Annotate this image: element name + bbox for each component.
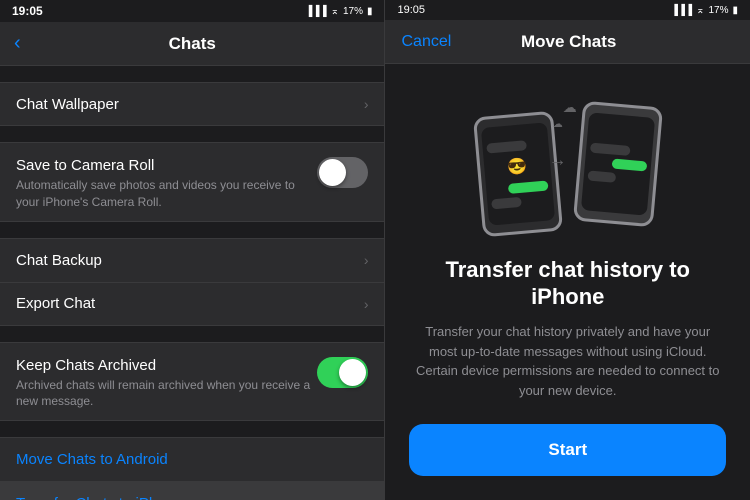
settings-content: Chat Wallpaper › Save to Camera Roll Aut…: [0, 66, 384, 500]
phone-right: [573, 101, 663, 228]
chat-bubble-received-1: [486, 140, 527, 153]
signal-icon: ▐▐▐: [305, 6, 326, 17]
transfer-chats-iphone-label: Transfer Chats to iPhone: [16, 495, 182, 500]
phone-right-screen: [581, 112, 655, 215]
transfer-arrow-icon: →: [549, 150, 567, 171]
cloud-icon-1: ☁: [563, 99, 577, 116]
export-chat-label: Export Chat: [16, 295, 364, 312]
start-button[interactable]: Start: [409, 424, 726, 476]
move-chats-title: Move Chats: [521, 32, 616, 52]
chevron-right-icon: ›: [364, 296, 369, 312]
signal-icon-right: ▐▐▐: [671, 5, 692, 16]
chat-backup-label: Chat Backup: [16, 252, 364, 269]
keep-archived-label: Keep Chats Archived: [16, 357, 317, 374]
chat-backup-row[interactable]: Chat Backup ›: [0, 238, 384, 282]
left-status-icons: ▐▐▐ ⌅ 17% ▮: [305, 6, 372, 17]
transfer-chats-iphone-row[interactable]: Transfer Chats to iPhone: [0, 481, 384, 500]
save-camera-roll-toggle[interactable]: [317, 157, 368, 188]
right-status-icons: ▐▐▐ ⌅ 17% ▮: [671, 5, 738, 16]
page-title: Chats: [169, 34, 216, 54]
battery-icon-right: ▮: [732, 5, 738, 16]
left-time: 19:05: [12, 4, 43, 18]
save-camera-roll-row[interactable]: Save to Camera Roll Automatically save p…: [0, 142, 384, 222]
phones-illustration: 😎 → ☁ ☁: [468, 94, 668, 241]
right-main-content: 😎 → ☁ ☁ Transfer chat history to iPhone: [385, 64, 750, 500]
chat-bubble-sent-r1: [611, 158, 647, 171]
section-keep-archived: Keep Chats Archived Archived chats will …: [0, 342, 384, 422]
right-nav-header: Cancel Move Chats: [385, 20, 750, 64]
battery-pct-right: 17%: [708, 5, 728, 16]
right-status-bar: 19:05 ▐▐▐ ⌅ 17% ▮: [385, 0, 750, 20]
battery-icon-left: ▮: [367, 6, 373, 17]
toggle-knob: [319, 159, 346, 186]
cloud-icon-2: ☁: [553, 119, 563, 130]
section-wallpaper: Chat Wallpaper ›: [0, 82, 384, 126]
chat-wallpaper-label: Chat Wallpaper: [16, 96, 364, 113]
section-backup-export: Chat Backup › Export Chat ›: [0, 238, 384, 326]
keep-archived-desc: Archived chats will remain archived when…: [16, 377, 317, 411]
save-camera-roll-label: Save to Camera Roll: [16, 157, 317, 174]
wifi-icon: ⌅: [331, 6, 339, 17]
section-move-transfer: Move Chats to Android Transfer Chats to …: [0, 437, 384, 500]
chat-wallpaper-row[interactable]: Chat Wallpaper ›: [0, 82, 384, 126]
phone-left-screen: 😎: [481, 122, 555, 225]
move-chats-android-label: Move Chats to Android: [16, 451, 168, 468]
right-panel: 19:05 ▐▐▐ ⌅ 17% ▮ Cancel Move Chats 😎: [385, 0, 750, 500]
chevron-left-icon: ‹: [14, 32, 21, 55]
left-nav-header: ‹ Chats: [0, 22, 384, 66]
back-button[interactable]: ‹: [14, 32, 21, 55]
export-chat-row[interactable]: Export Chat ›: [0, 282, 384, 326]
transfer-description: Transfer your chat history privately and…: [409, 322, 726, 400]
left-panel: 19:05 ▐▐▐ ⌅ 17% ▮ ‹ Chats Chat Wallpaper…: [0, 0, 384, 500]
keep-archived-toggle[interactable]: [317, 357, 368, 388]
left-status-bar: 19:05 ▐▐▐ ⌅ 17% ▮: [0, 0, 384, 22]
save-camera-roll-desc: Automatically save photos and videos you…: [16, 177, 317, 211]
chat-bubble-received-r1: [590, 143, 631, 156]
chat-bubble-received-2: [491, 197, 522, 210]
toggle-knob: [339, 359, 366, 386]
right-time: 19:05: [397, 4, 425, 16]
chevron-right-icon: ›: [364, 96, 369, 112]
wifi-icon-right: ⌅: [696, 5, 704, 16]
battery-pct-left: 17%: [343, 6, 363, 17]
transfer-title: Transfer chat history to iPhone: [409, 257, 726, 310]
phone-left: 😎: [473, 111, 563, 238]
section-camera-roll: Save to Camera Roll Automatically save p…: [0, 142, 384, 222]
chat-bubble-received-r2: [587, 170, 616, 182]
emoji-sunglasses: 😎: [506, 156, 528, 178]
keep-archived-row[interactable]: Keep Chats Archived Archived chats will …: [0, 342, 384, 422]
chevron-right-icon: ›: [364, 252, 369, 268]
move-chats-android-row[interactable]: Move Chats to Android: [0, 437, 384, 481]
cancel-button[interactable]: Cancel: [401, 33, 451, 51]
chat-bubble-sent-1: [508, 180, 549, 193]
